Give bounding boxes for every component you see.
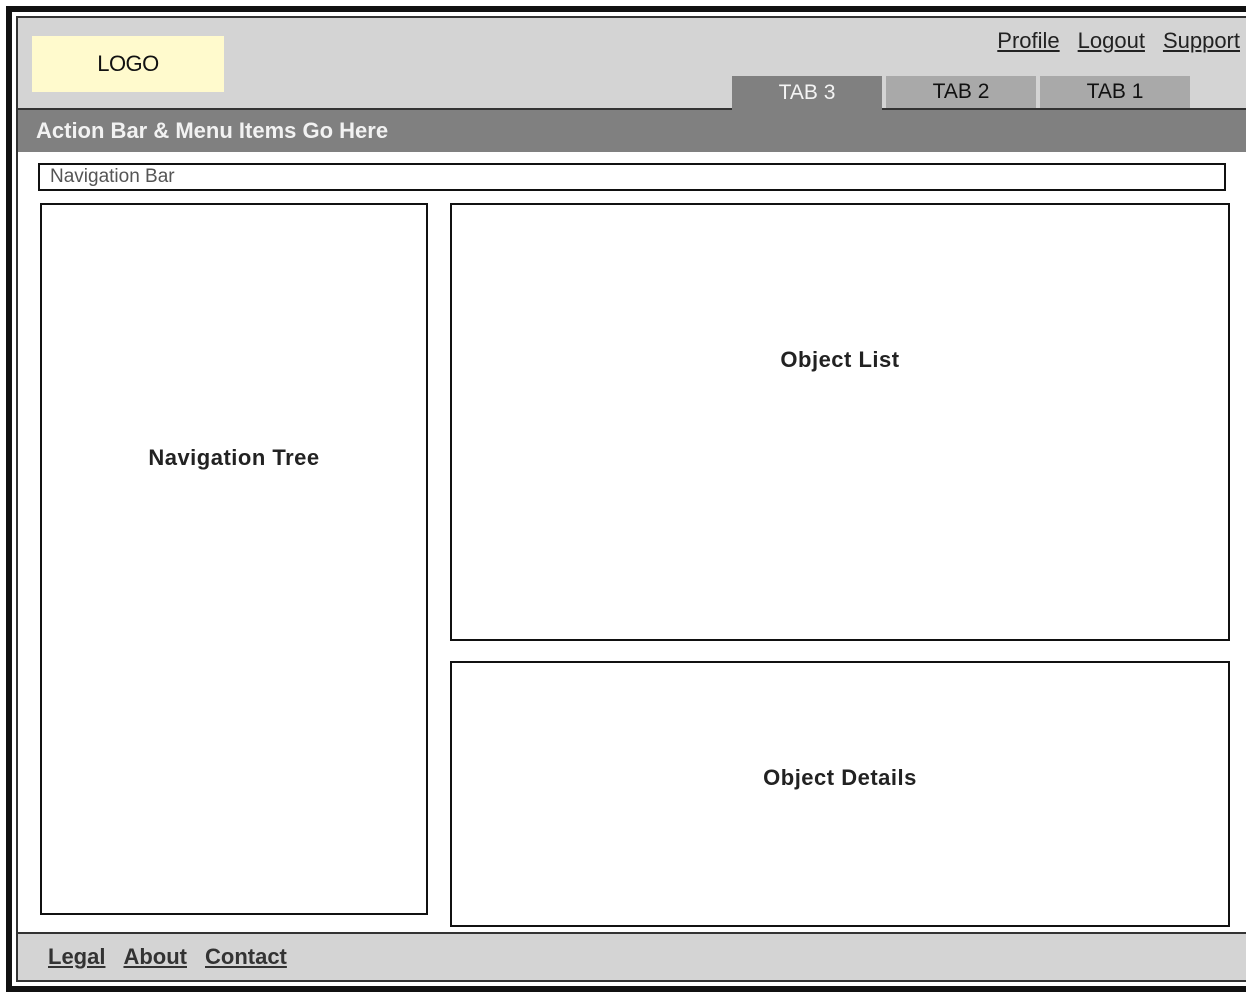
object-details-panel[interactable]: Object Details — [450, 661, 1230, 927]
contact-link[interactable]: Contact — [205, 944, 287, 970]
object-list-label: Object List — [780, 347, 900, 372]
object-list-panel[interactable]: Object List — [450, 203, 1230, 641]
action-bar[interactable]: Action Bar & Menu Items Go Here — [18, 110, 1246, 152]
tab-bar: TAB 3 TAB 2 TAB 1 — [732, 76, 1190, 110]
app-content: LOGO Profile Logout Support TAB 3 TAB 2 … — [16, 16, 1246, 982]
footer: Legal About Contact — [18, 932, 1246, 980]
support-link[interactable]: Support — [1163, 28, 1240, 54]
object-details-label: Object Details — [763, 765, 917, 790]
tab-1[interactable]: TAB 1 — [1040, 76, 1190, 108]
top-links: Profile Logout Support — [997, 28, 1240, 54]
navigation-tree-label: Navigation Tree — [148, 445, 320, 470]
about-link[interactable]: About — [123, 944, 187, 970]
profile-link[interactable]: Profile — [997, 28, 1059, 54]
tab-3[interactable]: TAB 3 — [732, 76, 882, 110]
logout-link[interactable]: Logout — [1078, 28, 1145, 54]
header: LOGO Profile Logout Support TAB 3 TAB 2 … — [18, 18, 1246, 110]
navigation-bar[interactable]: Navigation Bar — [38, 163, 1226, 191]
tab-2[interactable]: TAB 2 — [886, 76, 1036, 108]
logo[interactable]: LOGO — [32, 36, 224, 92]
legal-link[interactable]: Legal — [48, 944, 105, 970]
action-bar-text: Action Bar & Menu Items Go Here — [36, 118, 389, 143]
navigation-tree-panel[interactable]: Navigation Tree — [40, 203, 428, 915]
app-window: LOGO Profile Logout Support TAB 3 TAB 2 … — [6, 6, 1246, 992]
